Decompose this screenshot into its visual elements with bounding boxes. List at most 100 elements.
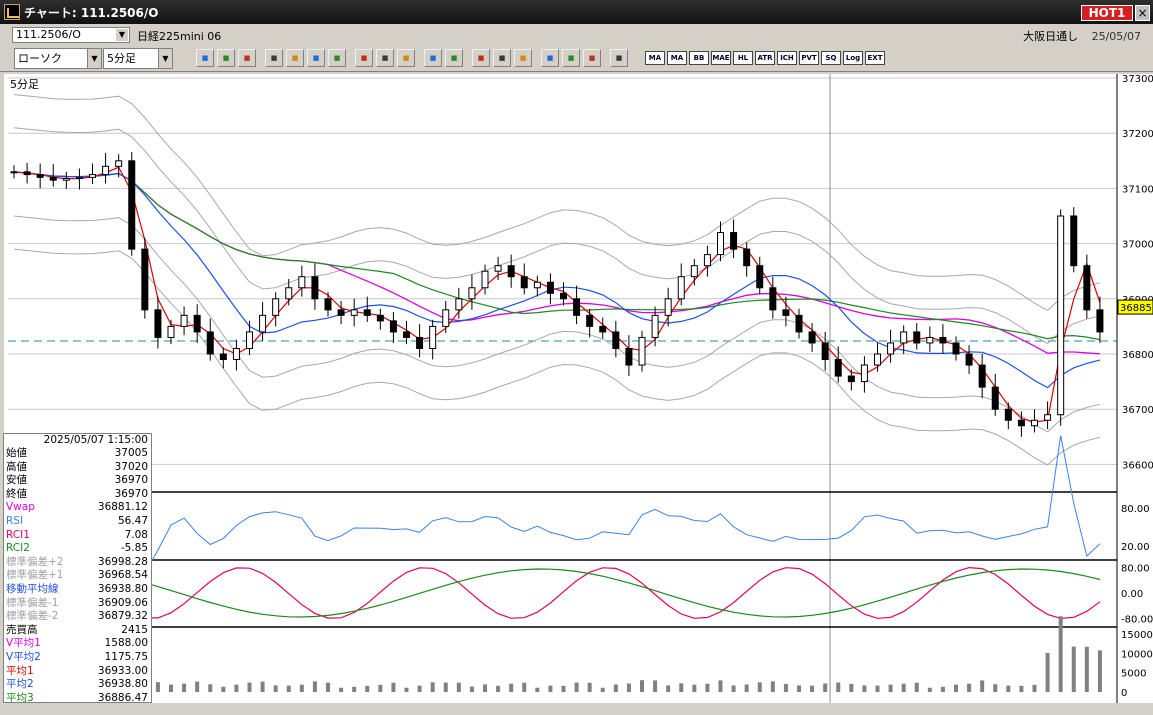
info-label: 標準偏差+2 bbox=[6, 555, 64, 568]
info-value: 36938.80 bbox=[97, 678, 148, 691]
code-input[interactable]: 111.2506/O ▼ bbox=[12, 27, 130, 43]
candle-body bbox=[874, 353, 881, 366]
info-row: V平均1 1588.00 bbox=[4, 637, 151, 651]
info-value: 2415 bbox=[121, 623, 148, 636]
info-value: 36968.54 bbox=[97, 569, 148, 582]
indicator-button-mae[interactable]: MAE bbox=[711, 51, 731, 65]
search-icon[interactable]: ■ bbox=[541, 49, 559, 67]
undo-icon[interactable]: ■ bbox=[307, 49, 325, 67]
candle-body bbox=[573, 298, 581, 316]
candle-body bbox=[703, 254, 711, 267]
info-row: RCI2 -5.85 bbox=[4, 542, 151, 556]
indicator-button-ma[interactable]: MA bbox=[645, 51, 665, 65]
candle-body bbox=[36, 174, 44, 178]
info-label: 高値 bbox=[6, 460, 27, 473]
candle-body bbox=[128, 160, 136, 250]
candle-body bbox=[1031, 419, 1038, 427]
disabled-icon[interactable]: ■ bbox=[610, 49, 628, 67]
candle-body bbox=[965, 353, 973, 366]
candle2-icon[interactable]: ■ bbox=[397, 49, 415, 67]
info-value: 36998.28 bbox=[97, 555, 148, 568]
candle-body bbox=[455, 298, 463, 311]
volume-bar bbox=[875, 685, 880, 692]
candle-body bbox=[782, 309, 790, 316]
bar-icon[interactable]: ■ bbox=[562, 49, 580, 67]
info-value: 36938.80 bbox=[97, 582, 148, 595]
volume-tick-label: 15000 bbox=[1121, 630, 1153, 641]
notes-icon[interactable]: ■ bbox=[328, 49, 346, 67]
info-label: 安値 bbox=[6, 474, 27, 487]
candle-body bbox=[1083, 265, 1091, 311]
chevron-down-icon[interactable]: ▼ bbox=[116, 29, 128, 41]
indicator-button-hl[interactable]: HL bbox=[733, 51, 753, 65]
indicator-button-sq[interactable]: SQ bbox=[821, 51, 841, 65]
info-value: 36886.47 bbox=[97, 691, 148, 703]
candle-icon[interactable]: ■ bbox=[376, 49, 394, 67]
info-value: -5.85 bbox=[120, 542, 148, 555]
cursor-icon[interactable]: ■ bbox=[286, 49, 304, 67]
chevron-down-icon[interactable]: ▼ bbox=[158, 49, 172, 68]
wrench-icon[interactable]: ■ bbox=[472, 49, 490, 67]
info-label: 始値 bbox=[6, 447, 27, 459]
indicator-button-ext[interactable]: EXT bbox=[865, 51, 885, 65]
info-label: RCI1 bbox=[6, 528, 30, 541]
indicator-button-atr[interactable]: ATR bbox=[755, 51, 775, 65]
info-row: 移動平均線 36938.80 bbox=[4, 583, 151, 597]
candle-body bbox=[494, 265, 502, 272]
candle-body bbox=[75, 176, 83, 179]
info-value: 1588.00 bbox=[104, 637, 148, 650]
zoom-icon[interactable]: ■ bbox=[196, 49, 214, 67]
candle-body bbox=[860, 364, 868, 383]
volume-bar bbox=[496, 685, 501, 692]
candle-body bbox=[586, 314, 594, 327]
palette-icon[interactable]: ■ bbox=[493, 49, 511, 67]
info-row: 標準偏差+1 36968.54 bbox=[4, 569, 151, 583]
candle-body bbox=[926, 336, 934, 344]
candle-body bbox=[115, 160, 123, 167]
layout-icon[interactable]: ■ bbox=[217, 49, 235, 67]
candle-body bbox=[952, 342, 960, 355]
all-icon[interactable]: ■ bbox=[424, 49, 442, 67]
interval-select[interactable]: 5分足 ▼ bbox=[103, 48, 173, 69]
volume-bar bbox=[797, 685, 801, 692]
indicator-button-ich[interactable]: ICH bbox=[777, 51, 797, 65]
cross-icon[interactable]: ■ bbox=[583, 49, 601, 67]
candle-body bbox=[206, 331, 214, 355]
candle-body bbox=[298, 276, 306, 289]
rci-tick-label: 80.00 bbox=[1121, 563, 1150, 574]
download-icon[interactable]: ■ bbox=[514, 49, 532, 67]
candle-body bbox=[834, 359, 842, 377]
info-value: 36881.12 bbox=[97, 501, 148, 514]
hot-badge[interactable]: HOT1 bbox=[1081, 5, 1133, 21]
candle-body bbox=[102, 165, 110, 176]
volume-bar bbox=[1045, 652, 1050, 692]
info-row: 売買高 2415 bbox=[4, 624, 151, 638]
indicator-button-ma[interactable]: MA bbox=[667, 51, 687, 65]
indicator-button-bb[interactable]: BB bbox=[689, 51, 709, 65]
volume-bar bbox=[613, 684, 618, 692]
trash-icon[interactable]: ■ bbox=[355, 49, 373, 67]
pen-icon[interactable]: ■ bbox=[238, 49, 256, 67]
volume-bar bbox=[1097, 650, 1102, 692]
settings-icon[interactable]: ■ bbox=[445, 49, 463, 67]
trend-icon[interactable]: ■ bbox=[265, 49, 283, 67]
info-label: 標準偏差-2 bbox=[6, 610, 59, 623]
period-label: 5分足 bbox=[10, 78, 39, 91]
candle-body bbox=[625, 347, 633, 366]
candle-body bbox=[193, 314, 201, 333]
candle-body bbox=[730, 232, 738, 250]
close-button[interactable]: × bbox=[1135, 5, 1150, 21]
info-label: 平均1 bbox=[6, 664, 34, 677]
chart-type-select[interactable]: ローソク ▼ bbox=[14, 48, 102, 69]
volume-bar bbox=[940, 686, 945, 692]
info-value: 7.08 bbox=[124, 528, 148, 541]
indicator-button-log[interactable]: Log bbox=[843, 51, 863, 65]
indicator-button-pvt[interactable]: PVT bbox=[799, 51, 819, 65]
volume-bar bbox=[326, 682, 330, 692]
info-value: 37020 bbox=[114, 460, 148, 473]
price-chart[interactable]: 5分足 373003720037100370003690036800367003… bbox=[0, 72, 1153, 703]
volume-bar bbox=[273, 685, 278, 692]
volume-bar bbox=[247, 682, 252, 692]
chevron-down-icon[interactable]: ▼ bbox=[87, 49, 101, 68]
market-name: 大阪日通し bbox=[1023, 30, 1079, 43]
